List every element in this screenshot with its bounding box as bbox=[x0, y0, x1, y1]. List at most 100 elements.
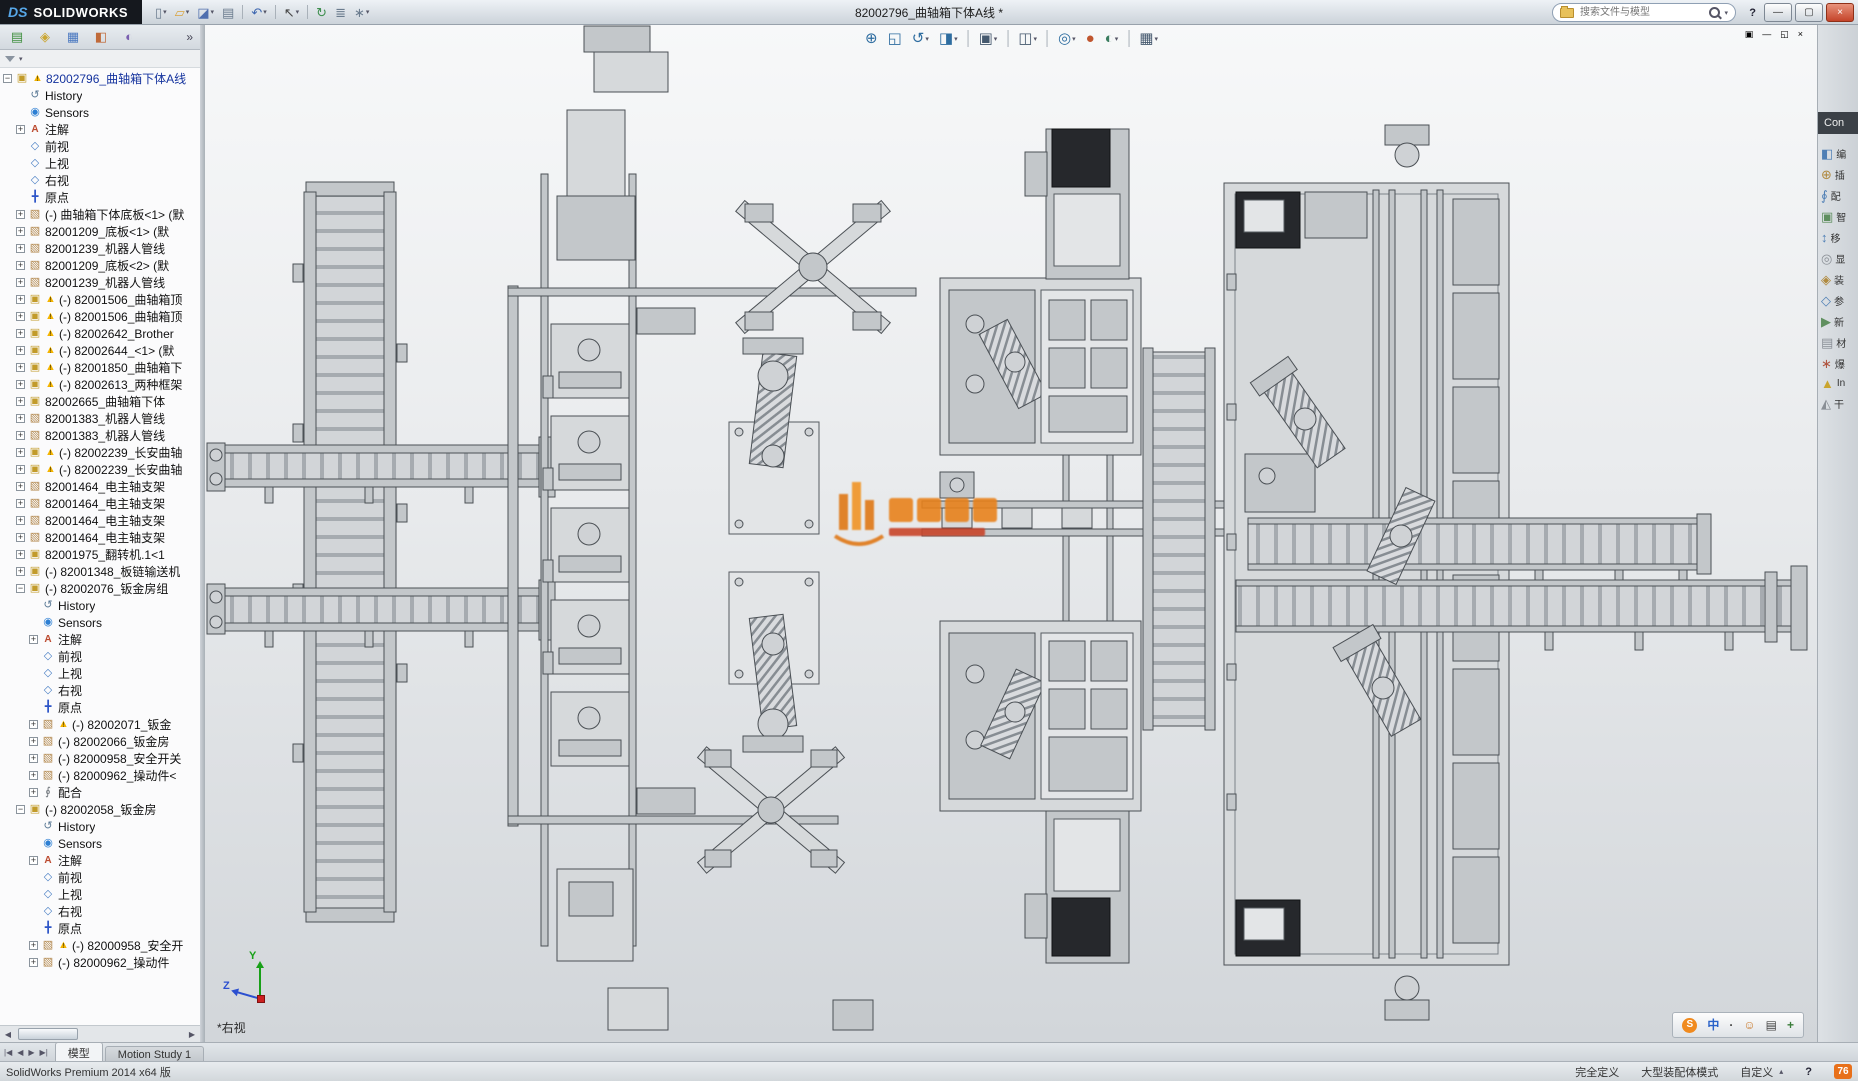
tree-item[interactable]: +▧(-) 82000962_操动件< bbox=[0, 767, 200, 784]
open-document-icon[interactable]: ▱▾ bbox=[172, 5, 193, 20]
close-button[interactable]: × bbox=[1826, 3, 1854, 22]
tree-item[interactable]: ◇上视 bbox=[0, 155, 200, 172]
doc-restore-icon[interactable]: ◱ bbox=[1777, 29, 1792, 40]
expand-box-icon[interactable]: + bbox=[16, 244, 25, 253]
tree-item[interactable]: +▣82001975_翻转机.1<1 bbox=[0, 546, 200, 563]
zoom-area-icon[interactable]: ◱ bbox=[885, 30, 905, 47]
sogou-logo-icon[interactable]: S bbox=[1679, 1017, 1700, 1034]
expand-box-icon[interactable]: + bbox=[29, 720, 38, 729]
expand-box-icon[interactable]: + bbox=[29, 737, 38, 746]
expand-box-icon[interactable]: + bbox=[16, 465, 25, 474]
tree-item[interactable]: ╋原点 bbox=[0, 699, 200, 716]
ime-bar[interactable]: S中·☺▤+ bbox=[1672, 1012, 1804, 1038]
tree-item[interactable]: ◇前视 bbox=[0, 869, 200, 886]
machine-center-bottom[interactable] bbox=[940, 621, 1141, 811]
scroll-left-icon[interactable]: ◀ bbox=[0, 1030, 16, 1039]
notification-badge[interactable]: 76 bbox=[1834, 1064, 1852, 1079]
scrollbar-track[interactable] bbox=[16, 1026, 184, 1042]
expand-box-icon[interactable]: + bbox=[29, 958, 38, 967]
tree-filter-row[interactable]: ▾ bbox=[0, 50, 200, 68]
property-manager-tab-icon[interactable]: ◈ bbox=[31, 29, 59, 44]
tree-item[interactable]: +▧82001383_机器人管线 bbox=[0, 427, 200, 444]
display-manager-tab-icon[interactable]: ◐ bbox=[115, 29, 143, 44]
expand-box-icon[interactable]: + bbox=[16, 533, 25, 542]
first-tab-button[interactable]: |◀ bbox=[2, 1049, 14, 1057]
expand-box-icon[interactable]: + bbox=[16, 397, 25, 406]
filter-funnel-icon[interactable] bbox=[5, 56, 15, 62]
dimxpert-manager-tab-icon[interactable]: ◧ bbox=[87, 29, 115, 44]
ime-chinese-mode-icon[interactable]: 中 bbox=[1704, 1018, 1722, 1032]
expand-box-icon[interactable]: + bbox=[16, 312, 25, 321]
tab-model[interactable]: 模型 bbox=[55, 1042, 103, 1062]
dropdown-caret-icon[interactable]: ▾ bbox=[1154, 35, 1158, 43]
tree-item[interactable]: +▧82001464_电主轴支架 bbox=[0, 478, 200, 495]
tree-item[interactable]: ◉Sensors bbox=[0, 835, 200, 852]
options-icon[interactable]: ∗▾ bbox=[351, 5, 372, 20]
interference-detection-icon[interactable]: ◭干 bbox=[1821, 396, 1858, 411]
exploded-view-icon[interactable]: ∗爆 bbox=[1821, 356, 1858, 371]
tree-item[interactable]: +▧82001239_机器人管线 bbox=[0, 274, 200, 291]
bill-of-materials-icon[interactable]: ▤材 bbox=[1821, 335, 1858, 350]
expand-box-icon[interactable]: + bbox=[16, 516, 25, 525]
ime-punctuation-icon[interactable]: · bbox=[1726, 1018, 1736, 1032]
expand-box-icon[interactable]: + bbox=[16, 499, 25, 508]
collapse-box-icon[interactable]: − bbox=[16, 584, 25, 593]
tree-item[interactable]: ◉Sensors bbox=[0, 104, 200, 121]
file-properties-icon[interactable]: ≣ bbox=[332, 5, 349, 20]
new-motion-study-icon[interactable]: ▶新 bbox=[1821, 314, 1858, 329]
expand-box-icon[interactable]: + bbox=[16, 329, 25, 338]
expand-box-icon[interactable]: + bbox=[16, 550, 25, 559]
tree-item[interactable]: +▣▲!(-) 82001506_曲轴箱顶 bbox=[0, 308, 200, 325]
search-caret-icon[interactable]: ▾ bbox=[1724, 9, 1728, 17]
tree-item[interactable]: +▣▲!(-) 82002613_两种框架 bbox=[0, 376, 200, 393]
feature-manager-tab-icon[interactable]: ▤ bbox=[3, 29, 31, 44]
dropdown-caret-icon[interactable]: ▾ bbox=[263, 8, 267, 16]
tree-item[interactable]: +▧(-) 82000962_操动件 bbox=[0, 954, 200, 971]
tree-item[interactable]: ◇前视 bbox=[0, 138, 200, 155]
dropdown-caret-icon[interactable]: ▾ bbox=[296, 8, 300, 16]
undo-icon[interactable]: ↶▾ bbox=[248, 5, 269, 20]
expand-box-icon[interactable]: + bbox=[16, 363, 25, 372]
configuration-manager-tab-icon[interactable]: ▦ bbox=[59, 29, 87, 44]
tree-item[interactable]: +▣▲!(-) 82002644_<1> (默 bbox=[0, 342, 200, 359]
smart-fasteners-icon[interactable]: ▣智 bbox=[1821, 209, 1858, 224]
instant3d-icon[interactable]: ▲In bbox=[1821, 377, 1858, 390]
edit-component-icon[interactable]: ◧编 bbox=[1821, 146, 1858, 161]
machining-stations[interactable] bbox=[541, 110, 636, 961]
tree-item[interactable]: ╋原点 bbox=[0, 920, 200, 937]
tree-item[interactable]: ↺History bbox=[0, 818, 200, 835]
zoom-fit-icon[interactable]: ⊕ bbox=[862, 30, 881, 47]
tree-item[interactable]: +▧(-) 曲轴箱下体底板<1> (默 bbox=[0, 206, 200, 223]
expand-box-icon[interactable]: + bbox=[16, 380, 25, 389]
doc-cascade-icon[interactable]: ▣ bbox=[1742, 29, 1757, 40]
expand-box-icon[interactable]: + bbox=[16, 414, 25, 423]
scrollbar-thumb[interactable] bbox=[18, 1028, 78, 1040]
mate-icon[interactable]: ∮配 bbox=[1821, 188, 1858, 203]
chain-conveyor[interactable] bbox=[1143, 348, 1215, 730]
collapse-box-icon[interactable]: − bbox=[3, 74, 12, 83]
tree-item[interactable]: +A注解 bbox=[0, 631, 200, 648]
expand-box-icon[interactable]: + bbox=[16, 227, 25, 236]
expand-box-icon[interactable]: + bbox=[29, 941, 38, 950]
tree-item[interactable]: ◇上视 bbox=[0, 665, 200, 682]
tree-item[interactable]: ◉Sensors bbox=[0, 614, 200, 631]
tree-item[interactable]: +▧▲!(-) 82002071_钣金 bbox=[0, 716, 200, 733]
minimize-button[interactable]: — bbox=[1764, 3, 1792, 22]
tree-item[interactable]: +▣▲!(-) 82002239_长安曲轴 bbox=[0, 444, 200, 461]
tree-item[interactable]: +▧82001239_机器人管线 bbox=[0, 240, 200, 257]
insert-component-icon[interactable]: ⊕插 bbox=[1821, 167, 1858, 182]
prev-tab-button[interactable]: ◀ bbox=[15, 1049, 25, 1057]
commandmanager-expand-icon[interactable]: » bbox=[186, 30, 197, 44]
customize-caret-icon[interactable]: ▴ bbox=[1779, 1067, 1783, 1076]
tree-item[interactable]: ╋原点 bbox=[0, 189, 200, 206]
search-input[interactable] bbox=[1578, 6, 1705, 19]
dropdown-caret-icon[interactable]: ▾ bbox=[1033, 35, 1037, 43]
viewport[interactable]: ⊕◱↺▾◨▾▣▾◫▾◎▾●◐▾▦▾ ▣—◱× Y Z *右视 S中·☺▤+ bbox=[205, 24, 1818, 1042]
tree-item[interactable]: +∮配合 bbox=[0, 784, 200, 801]
expand-box-icon[interactable]: + bbox=[16, 431, 25, 440]
expand-box-icon[interactable]: + bbox=[16, 261, 25, 270]
assembly-features-icon[interactable]: ◈装 bbox=[1821, 272, 1858, 287]
tree-item[interactable]: +▧(-) 82002066_钣金房 bbox=[0, 733, 200, 750]
pallet-conveyor-left[interactable] bbox=[293, 182, 407, 922]
save-icon[interactable]: ◪▾ bbox=[194, 5, 217, 20]
